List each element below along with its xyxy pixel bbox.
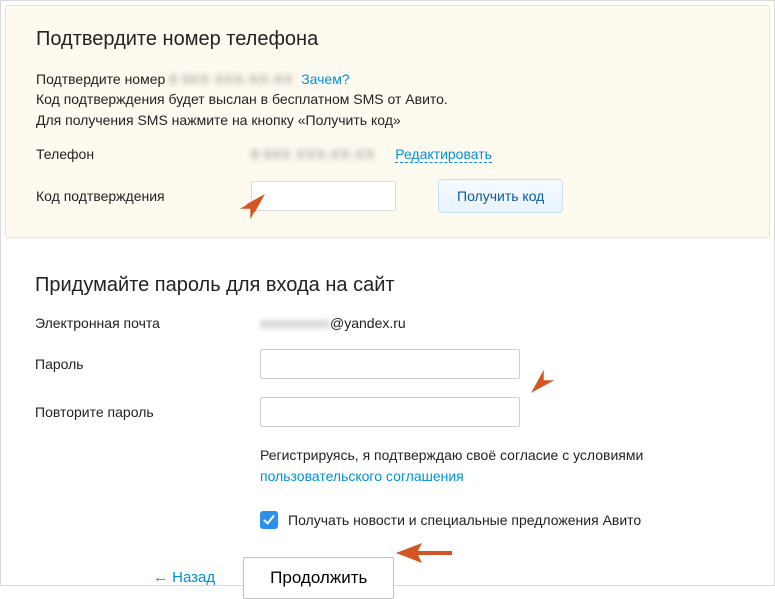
password-label: Пароль	[35, 356, 260, 372]
verify-line1: Подтвердите номер 8 9XX XXX-XX-XX Зачем?	[36, 69, 739, 89]
email-domain: @yandex.ru	[330, 315, 406, 331]
confirm-number: 8 9XX XXX-XX-XX	[169, 71, 293, 87]
code-label: Код подтверждения	[36, 188, 251, 204]
news-label: Получать новости и специальные предложен…	[288, 512, 641, 528]
edit-phone-link[interactable]: Редактировать	[395, 146, 492, 163]
verify-phone-box: Подтвердите номер телефона Подтвердите н…	[5, 5, 770, 238]
email-value: xxxxxxxxxx@yandex.ru	[260, 315, 406, 331]
agreement-text: Регистрируясь, я подтверждаю своё соглас…	[260, 445, 740, 487]
verify-title: Подтвердите номер телефона	[36, 28, 739, 51]
news-checkbox[interactable]	[260, 511, 278, 529]
code-input[interactable]	[251, 181, 396, 211]
get-code-button[interactable]: Получить код	[438, 179, 563, 213]
password-input[interactable]	[260, 349, 520, 379]
email-user: xxxxxxxxxx	[260, 315, 330, 331]
phone-value: 8 9XX XXX-XX-XX	[251, 146, 375, 162]
phone-label: Телефон	[36, 146, 251, 162]
verify-line3: Для получения SMS нажмите на кнопку «Пол…	[36, 110, 739, 130]
continue-button[interactable]: Продолжить	[243, 557, 394, 599]
confirm-prefix: Подтвердите номер	[36, 71, 169, 87]
password-section-title: Придумайте пароль для входа на сайт	[35, 274, 770, 297]
verify-line2: Код подтверждения будет выслан в бесплат…	[36, 89, 739, 109]
back-link[interactable]: ← Назад	[153, 569, 215, 586]
password2-label: Повторите пароль	[35, 404, 260, 420]
agreement-pre: Регистрируясь, я подтверждаю своё соглас…	[260, 447, 643, 463]
email-label: Электронная почта	[35, 315, 260, 331]
why-link[interactable]: Зачем?	[301, 71, 349, 87]
password2-input[interactable]	[260, 397, 520, 427]
agreement-link[interactable]: пользовательского соглашения	[260, 468, 464, 484]
